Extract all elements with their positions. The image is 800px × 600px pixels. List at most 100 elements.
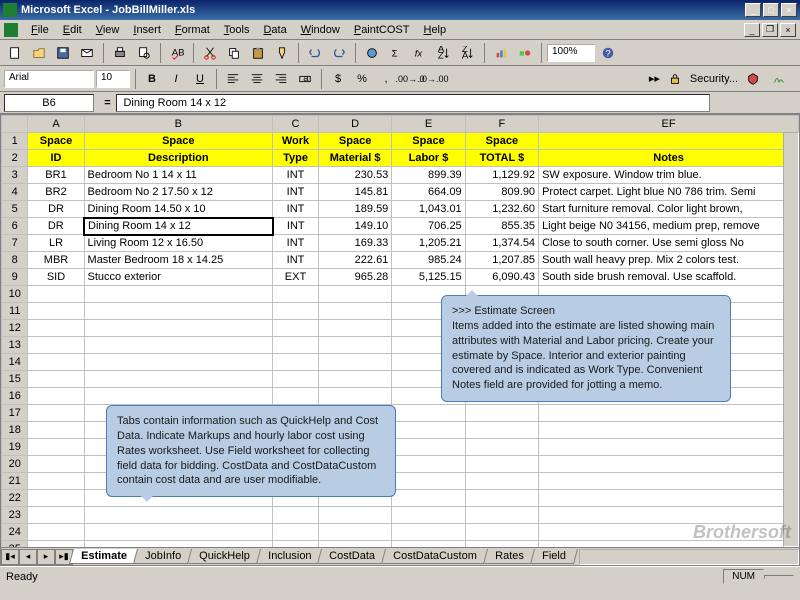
cell-F23[interactable] — [465, 507, 538, 524]
select-all-cell[interactable] — [2, 116, 28, 133]
cell-EF5[interactable]: Start furniture removal. Color light bro… — [539, 201, 799, 218]
sheet-tab-field[interactable]: Field — [529, 549, 577, 564]
cell-B3[interactable]: Bedroom No 1 14 x 11 — [84, 167, 273, 184]
cell-EF22[interactable] — [539, 490, 799, 507]
cell-E23[interactable] — [392, 507, 465, 524]
cell-EF17[interactable] — [539, 405, 799, 422]
cell-D9[interactable]: 965.28 — [318, 269, 391, 286]
mdi-restore-button[interactable]: ❐ — [762, 23, 778, 37]
cell-A22[interactable] — [28, 490, 84, 507]
cell-F8[interactable]: 1,207.85 — [465, 252, 538, 269]
row-header-21[interactable]: 21 — [2, 473, 28, 490]
cell-A12[interactable] — [28, 320, 84, 337]
cell-A13[interactable] — [28, 337, 84, 354]
header-cell[interactable]: Space — [84, 133, 273, 150]
sheet-tab-inclusion[interactable]: Inclusion — [256, 549, 323, 564]
cell-E9[interactable]: 5,125.15 — [392, 269, 465, 286]
font-name-dropdown[interactable]: Arial — [4, 70, 94, 88]
cell-D12[interactable] — [318, 320, 391, 337]
cell-C13[interactable] — [273, 337, 319, 354]
row-header-17[interactable]: 17 — [2, 405, 28, 422]
cell-F17[interactable] — [465, 405, 538, 422]
sheet-tab-costdata[interactable]: CostData — [317, 549, 387, 564]
col-header-C[interactable]: C — [273, 116, 319, 133]
formula-input[interactable]: Dining Room 14 x 12 — [116, 94, 710, 112]
cell-B7[interactable]: Living Room 12 x 16.50 — [84, 235, 273, 252]
cell-B24[interactable] — [84, 524, 273, 541]
cell-E21[interactable] — [392, 473, 465, 490]
hyperlink-button[interactable] — [361, 42, 383, 64]
cell-F19[interactable] — [465, 439, 538, 456]
undo-button[interactable] — [304, 42, 326, 64]
cell-EF20[interactable] — [539, 456, 799, 473]
cell-B12[interactable] — [84, 320, 273, 337]
row-header-5[interactable]: 5 — [2, 201, 28, 218]
cell-D5[interactable]: 189.59 — [318, 201, 391, 218]
header-cell[interactable]: Labor $ — [392, 150, 465, 167]
row-header-9[interactable]: 9 — [2, 269, 28, 286]
cell-F5[interactable]: 1,232.60 — [465, 201, 538, 218]
cell-A21[interactable] — [28, 473, 84, 490]
cell-A15[interactable] — [28, 371, 84, 388]
header-cell[interactable]: ID — [28, 150, 84, 167]
cell-EF24[interactable] — [539, 524, 799, 541]
cell-E24[interactable] — [392, 524, 465, 541]
cell-EF8[interactable]: South wall heavy prep. Mix 2 colors test… — [539, 252, 799, 269]
vertical-scrollbar[interactable] — [783, 132, 799, 547]
header-cell[interactable]: Space — [392, 133, 465, 150]
menu-data[interactable]: Data — [256, 22, 293, 38]
header-cell[interactable]: Description — [84, 150, 273, 167]
header-cell[interactable]: Space — [28, 133, 84, 150]
row-header-7[interactable]: 7 — [2, 235, 28, 252]
cut-button[interactable] — [199, 42, 221, 64]
cell-C14[interactable] — [273, 354, 319, 371]
cell-EF4[interactable]: Protect carpet. Light blue N0 786 trim. … — [539, 184, 799, 201]
comma-button[interactable]: , — [375, 68, 397, 90]
help-button[interactable]: ? — [597, 42, 619, 64]
cell-A3[interactable]: BR1 — [28, 167, 84, 184]
menu-edit[interactable]: Edit — [56, 22, 89, 38]
chart-button[interactable] — [490, 42, 512, 64]
align-center-button[interactable] — [246, 68, 268, 90]
cell-A5[interactable]: DR — [28, 201, 84, 218]
cell-A16[interactable] — [28, 388, 84, 405]
cell-D24[interactable] — [318, 524, 391, 541]
cell-E4[interactable]: 664.09 — [392, 184, 465, 201]
cell-B10[interactable] — [84, 286, 273, 303]
format-painter-button[interactable] — [271, 42, 293, 64]
menu-paintcost[interactable]: PaintCOST — [347, 22, 417, 38]
tab-prev-button[interactable]: ◂ — [19, 549, 37, 565]
row-header-22[interactable]: 22 — [2, 490, 28, 507]
menu-file[interactable]: File — [24, 22, 56, 38]
cell-E5[interactable]: 1,043.01 — [392, 201, 465, 218]
align-right-button[interactable] — [270, 68, 292, 90]
cell-A10[interactable] — [28, 286, 84, 303]
sort-desc-button[interactable]: ZA — [457, 42, 479, 64]
cell-E19[interactable] — [392, 439, 465, 456]
zoom-dropdown[interactable]: 100% — [547, 44, 595, 62]
header-cell[interactable]: TOTAL $ — [465, 150, 538, 167]
cell-A11[interactable] — [28, 303, 84, 320]
col-header-D[interactable]: D — [318, 116, 391, 133]
cell-D6[interactable]: 149.10 — [318, 218, 391, 235]
header-cell[interactable]: Material $ — [318, 150, 391, 167]
row-header-3[interactable]: 3 — [2, 167, 28, 184]
col-header-A[interactable]: A — [28, 116, 84, 133]
cell-F24[interactable] — [465, 524, 538, 541]
increase-decimal-button[interactable]: .00→.0 — [399, 68, 421, 90]
horizontal-scrollbar[interactable] — [579, 549, 799, 565]
row-header-4[interactable]: 4 — [2, 184, 28, 201]
security-icon[interactable] — [664, 68, 686, 90]
row-header-8[interactable]: 8 — [2, 252, 28, 269]
cell-E8[interactable]: 985.24 — [392, 252, 465, 269]
cell-EF7[interactable]: Close to south corner. Use semi gloss No — [539, 235, 799, 252]
cell-A8[interactable]: MBR — [28, 252, 84, 269]
macro-security-button[interactable] — [742, 68, 764, 90]
cell-E20[interactable] — [392, 456, 465, 473]
row-header-23[interactable]: 23 — [2, 507, 28, 524]
row-header-20[interactable]: 20 — [2, 456, 28, 473]
cell-F3[interactable]: 1,129.92 — [465, 167, 538, 184]
print-button[interactable] — [109, 42, 131, 64]
cell-A4[interactable]: BR2 — [28, 184, 84, 201]
cell-B11[interactable] — [84, 303, 273, 320]
